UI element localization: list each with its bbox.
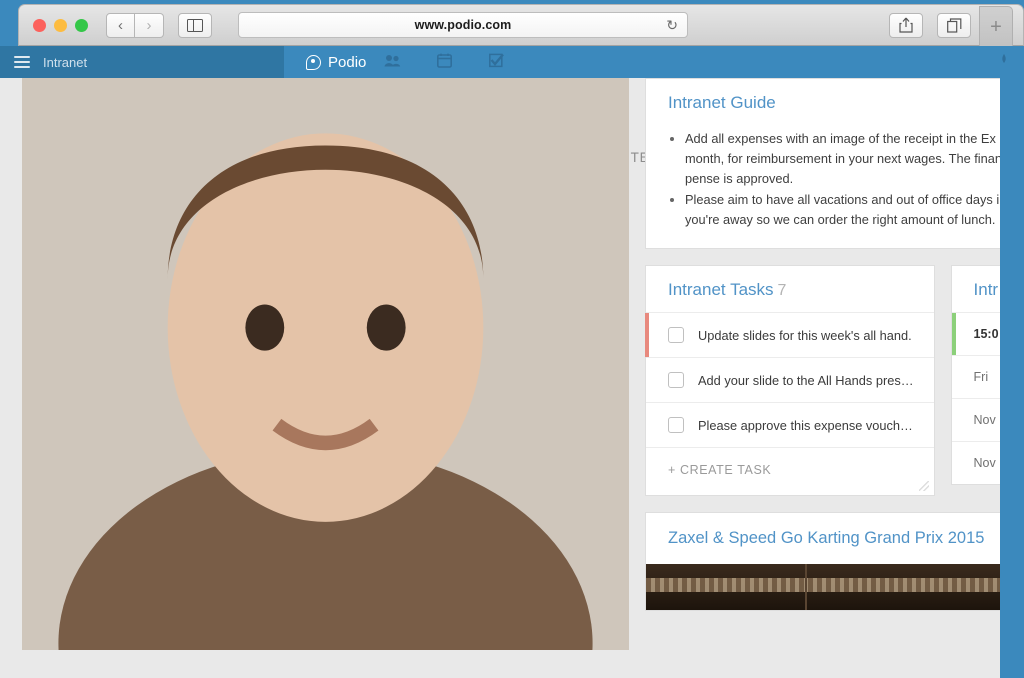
- browser-chrome: ‹ › www.podio.com ↻ +: [18, 4, 1024, 46]
- back-button[interactable]: ‹: [106, 12, 135, 38]
- event-accent-bar: [951, 313, 956, 356]
- intranet-tasks-card: Intranet Tasks 7 Update slides for this w…: [645, 265, 935, 497]
- task-label: Please approve this expense vouch…: [698, 417, 913, 433]
- post-author-avatar[interactable]: [22, 78, 629, 678]
- task-label: Update slides for this week's all hand.: [698, 327, 912, 343]
- create-task-button[interactable]: + CREATE TASK: [646, 447, 934, 495]
- guide-bullet-list: Add all expenses with an image of the re…: [668, 129, 1024, 230]
- new-tab-button[interactable]: +: [979, 6, 1013, 46]
- tasks-title-text: Intranet Tasks: [668, 280, 774, 300]
- guide-bullet-line: you're away so we can order the right am…: [685, 212, 996, 228]
- window-controls: [33, 18, 88, 32]
- side-row: Intranet Tasks 7 Update slides for this w…: [645, 265, 1024, 512]
- side-column: Intranet Guide Add all expenses with an …: [645, 78, 1024, 612]
- forward-button[interactable]: ›: [135, 12, 164, 38]
- media-title: Zaxel & Speed Go Karting Grand Prix 2015: [668, 529, 985, 548]
- activity-stream-card: Share something. Use @ to mention indivi…: [22, 78, 629, 678]
- nav-calendar-icon[interactable]: [418, 53, 470, 71]
- reload-icon[interactable]: ↻: [666, 18, 678, 32]
- media-card: Zaxel & Speed Go Karting Grand Prix 2015: [645, 512, 1024, 612]
- stream-post: All Hands – Oct 19🕑staff meeting by Cath…: [22, 78, 629, 678]
- tasks-count: 7: [777, 282, 787, 300]
- event-label: Fri: [973, 370, 989, 385]
- event-label: 15:0: [973, 327, 999, 342]
- chrome-right-buttons: +: [875, 4, 1013, 46]
- event-label: Nov: [973, 456, 996, 471]
- nav-contacts-icon[interactable]: [366, 54, 418, 70]
- guide-bullet-line: Please aim to have all vacations and out…: [685, 192, 1000, 208]
- event-label: Nov: [973, 413, 996, 428]
- tasks-title: Intranet Tasks 7: [646, 280, 934, 300]
- media-divider: [805, 564, 808, 611]
- task-label: Add your slide to the All Hands pres…: [698, 372, 914, 388]
- share-icon: [899, 17, 913, 33]
- brand-label: Podio: [328, 53, 367, 71]
- close-window-button[interactable]: [33, 18, 46, 32]
- task-list: Update slides for this week's all hand. A…: [645, 312, 934, 447]
- intranet-guide-card: Intranet Guide Add all expenses with an …: [645, 78, 1024, 250]
- task-item[interactable]: Please approve this expense vouch…: [646, 402, 934, 447]
- stream-list: Weekly Creative Review🕑staff meeting by …: [22, 78, 629, 678]
- task-accent-bar: [645, 313, 649, 358]
- media-band: [646, 578, 1024, 593]
- nav-tasks-icon[interactable]: [470, 53, 522, 71]
- topnav-space-name: Intranet: [43, 54, 88, 70]
- notifications-icon[interactable]: [984, 53, 1024, 71]
- guide-title: Intranet Guide: [668, 93, 776, 112]
- page-right-edge: [1000, 78, 1024, 678]
- topnav-main-section: Podio: [284, 46, 1024, 78]
- app-page: Intranet25 ✱ +INVITE Share something. Us…: [0, 78, 1024, 678]
- sidebar-toggle-button[interactable]: [178, 12, 212, 38]
- topnav-space-section[interactable]: Intranet: [0, 46, 284, 78]
- minimize-window-button[interactable]: [54, 18, 67, 32]
- screenshot-root: ‹ › www.podio.com ↻ + Intranet Podio Int…: [0, 0, 1024, 678]
- guide-bullet: Please aim to have all vacations and out…: [685, 190, 1024, 230]
- podio-brand[interactable]: Podio: [306, 54, 366, 71]
- main-column: Intranet25 ✱ +INVITE Share something. Us…: [22, 78, 649, 678]
- share-button[interactable]: [889, 12, 923, 38]
- navigation-buttons: ‹ ›: [106, 12, 164, 38]
- guide-bullet-line: Add all expenses with an image of the re…: [685, 131, 996, 146]
- hamburger-menu-icon[interactable]: [14, 56, 30, 68]
- task-checkbox[interactable]: [668, 372, 684, 389]
- task-item[interactable]: Add your slide to the All Hands pres…: [646, 357, 934, 402]
- show-tabs-icon: [946, 17, 961, 33]
- show-tabs-button[interactable]: [937, 12, 971, 38]
- guide-bullet: Add all expenses with an image of the re…: [685, 129, 1024, 188]
- guide-bullet-line: pense is approved.: [685, 170, 794, 186]
- resize-grip-icon[interactable]: [918, 481, 929, 492]
- app-topnav: Intranet Podio: [0, 46, 1024, 78]
- task-item[interactable]: Update slides for this week's all hand.: [645, 312, 934, 358]
- task-checkbox[interactable]: [668, 327, 684, 344]
- guide-bullet-line: month, for reimbursement in your next wa…: [685, 150, 1002, 166]
- maximize-window-button[interactable]: [75, 18, 88, 32]
- url-text: www.podio.com: [414, 18, 512, 32]
- podio-logo-icon: [306, 54, 321, 70]
- task-checkbox[interactable]: [668, 417, 684, 434]
- media-image: [646, 564, 1024, 611]
- address-bar[interactable]: www.podio.com ↻: [238, 12, 688, 38]
- new-tab-label: +: [990, 15, 1002, 38]
- sidebar-toggle-icon: [187, 18, 203, 32]
